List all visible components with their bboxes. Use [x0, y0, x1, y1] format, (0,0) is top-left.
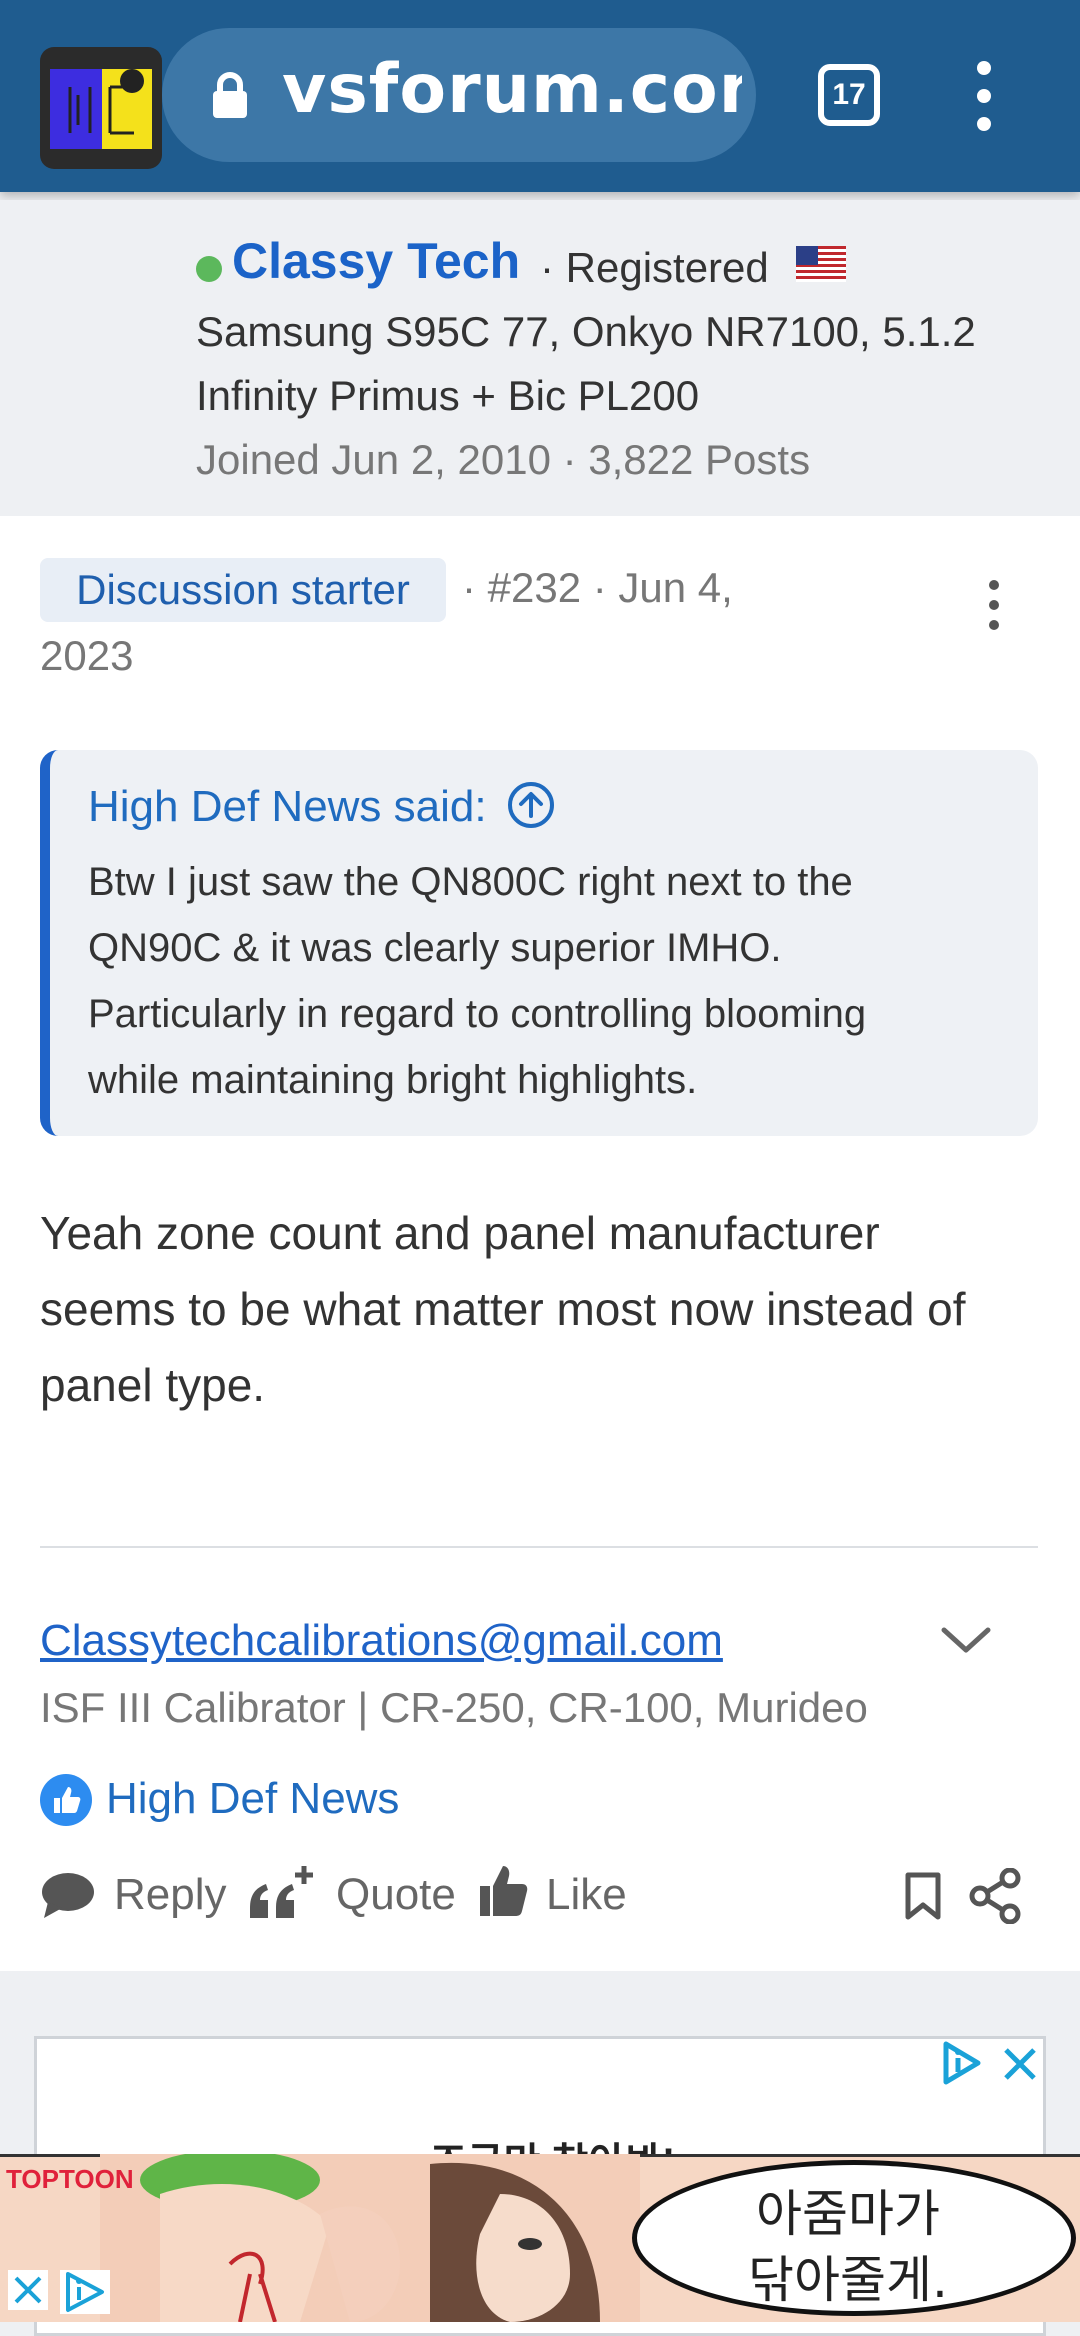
- url-text[interactable]: vsforum.com: [282, 50, 742, 129]
- author-joined-info: Joined Jun 2, 2010 · 3,822 Posts: [196, 436, 811, 483]
- adchoices-icon[interactable]: [60, 2270, 110, 2314]
- close-ad-icon[interactable]: [1000, 2044, 1040, 2084]
- post-body-text: Yeah zone count and panel manufacturer: [40, 1207, 880, 1259]
- author-name[interactable]: Classy Tech: [232, 232, 520, 290]
- post-options-button[interactable]: [984, 580, 1004, 630]
- address-bar[interactable]: vsforum.com: [162, 28, 756, 162]
- more-vert-icon: [989, 580, 999, 590]
- signature-calibrator: ISF III Calibrator | CR-250, CR-100, Mur…: [40, 1684, 868, 1731]
- quote-text: Btw I just saw the QN800C right next to …: [88, 860, 853, 904]
- author-role: · Registered: [540, 244, 769, 291]
- avatar[interactable]: [40, 47, 162, 169]
- share-icon[interactable]: [968, 1868, 1022, 1924]
- quote-text: Particularly in regard to controlling bl…: [88, 992, 867, 1036]
- avatar-image: [50, 69, 152, 149]
- post-body-text: panel type.: [40, 1359, 266, 1411]
- ad-bubble-text: 아줌마가: [756, 2185, 940, 2243]
- post-body-text: seems to be what matter most now instead…: [40, 1283, 966, 1335]
- post-meta[interactable]: · #232 · Jun 4,: [462, 564, 733, 612]
- ad-bubble-text: 닦아줄게.: [748, 2251, 948, 2309]
- quote-icon[interactable]: [246, 1862, 318, 1922]
- online-status-dot: [196, 256, 222, 282]
- discussion-starter-badge: Discussion starter: [40, 558, 446, 622]
- signature-email-link[interactable]: Classytechcalibrations@gmail.com: [40, 1616, 723, 1666]
- close-ad-icon[interactable]: [8, 2270, 48, 2310]
- quote-text: QN90C & it was clearly superior IMHO.: [88, 926, 782, 970]
- like-reaction-icon: [40, 1774, 92, 1826]
- author-signature-line: Samsung S95C 77, Onkyo NR7100, 5.1.2: [196, 308, 976, 355]
- quote-text: while maintaining bright highlights.: [88, 1058, 698, 1102]
- chevron-down-icon[interactable]: [940, 1620, 992, 1660]
- like-button[interactable]: Like: [546, 1870, 627, 1920]
- liked-by-user[interactable]: High Def News: [106, 1774, 399, 1824]
- bookmark-icon[interactable]: [904, 1872, 942, 1920]
- reply-icon[interactable]: [40, 1870, 96, 1920]
- thumbs-up-icon: [54, 1787, 81, 1813]
- adchoices-icon[interactable]: [938, 2040, 984, 2086]
- jump-to-quote-icon[interactable]: [506, 780, 556, 830]
- quote-button[interactable]: Quote: [336, 1870, 456, 1920]
- lock-icon: [213, 72, 247, 118]
- post-meta-date: 2023: [40, 632, 134, 679]
- author-signature-line: Infinity Primus + Bic PL200: [196, 372, 700, 419]
- quote-author[interactable]: High Def News said:: [88, 782, 487, 832]
- more-vert-icon: [977, 61, 991, 75]
- reply-button[interactable]: Reply: [114, 1870, 227, 1920]
- ad-illustration: [100, 2154, 640, 2322]
- us-flag-icon: [796, 246, 846, 282]
- signature-divider: [40, 1546, 1038, 1548]
- tab-switcher-button[interactable]: 17: [818, 64, 880, 126]
- thumbs-up-icon[interactable]: [478, 1864, 528, 1918]
- ad-brand-logo: TOPTOON: [6, 2164, 134, 2194]
- browser-menu-button[interactable]: [962, 56, 1006, 136]
